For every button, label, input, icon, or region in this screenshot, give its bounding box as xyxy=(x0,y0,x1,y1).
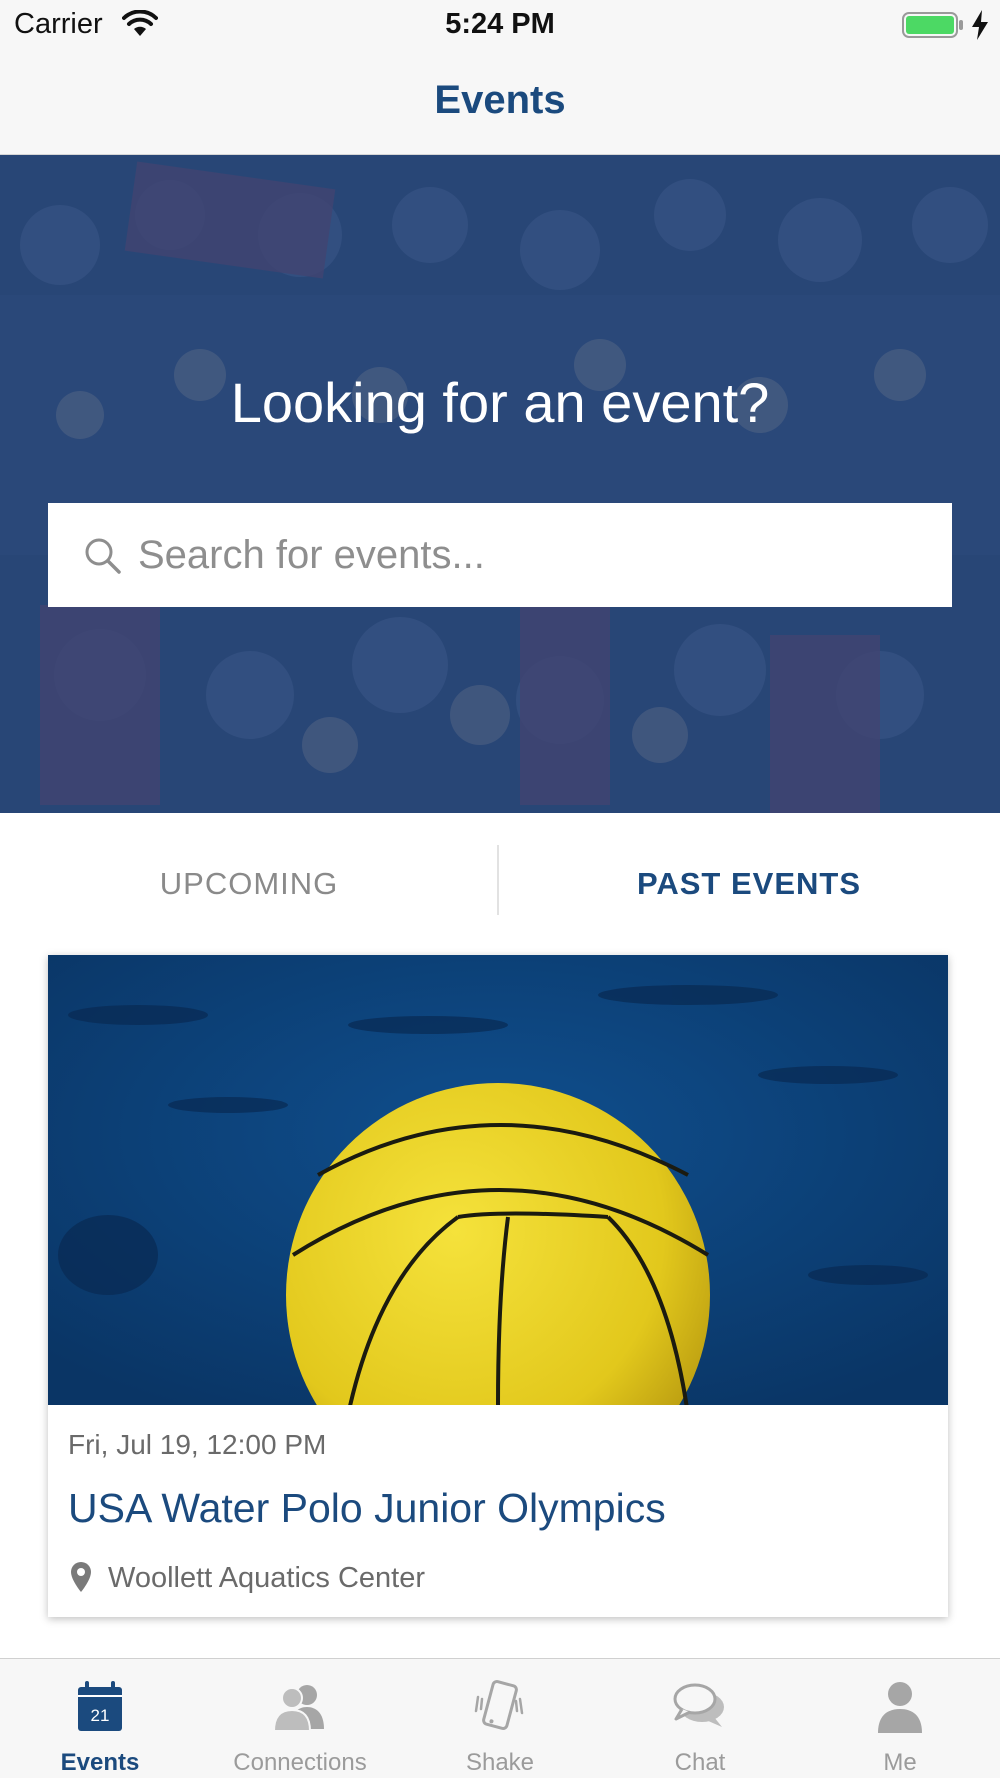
tab-past-events[interactable]: PAST EVENTS xyxy=(500,843,998,925)
status-time: 5:24 PM xyxy=(445,8,555,40)
water-polo-ball-image xyxy=(48,955,948,1405)
navigation-bar: Events xyxy=(0,50,1000,155)
tab-divider xyxy=(497,845,499,915)
tabbar-item-chat[interactable]: Chat xyxy=(600,1659,800,1778)
battery-icon xyxy=(902,12,963,38)
event-card[interactable]: Fri, Jul 19, 12:00 PM USA Water Polo Jun… xyxy=(48,955,948,1617)
tabbar-label: Events xyxy=(60,1749,140,1776)
tabbar-item-me[interactable]: Me xyxy=(800,1659,1000,1778)
tabbar-item-shake[interactable]: Shake xyxy=(400,1659,600,1778)
calendar-day-number: 21 xyxy=(91,1706,110,1725)
event-title[interactable]: USA Water Polo Junior Olympics xyxy=(68,1485,666,1532)
hero-banner: Looking for an event? xyxy=(0,155,1000,813)
chat-bubbles-icon xyxy=(673,1683,724,1727)
event-filter-tabs: UPCOMING PAST EVENTS xyxy=(0,813,1000,951)
status-bar: Carrier 5:24 PM xyxy=(0,0,1000,50)
tabbar-label: Connections xyxy=(233,1749,367,1776)
hero-overlay xyxy=(0,155,1000,813)
page-title: Events xyxy=(434,78,566,122)
phone-shake-icon xyxy=(474,1680,524,1730)
charging-bolt-icon xyxy=(972,10,988,40)
bottom-tab-bar: 21 Events Connections Shake Chat Me xyxy=(0,1658,1000,1778)
tabbar-item-connections[interactable]: Connections xyxy=(200,1659,400,1778)
search-icon xyxy=(85,538,121,574)
tabbar-item-events[interactable]: 21 Events xyxy=(0,1659,200,1778)
tabbar-label: Chat xyxy=(674,1749,726,1776)
tabbar-label: Me xyxy=(883,1749,917,1776)
calendar-icon: 21 xyxy=(78,1681,122,1731)
tab-upcoming[interactable]: UPCOMING xyxy=(0,843,498,925)
event-date: Fri, Jul 19, 12:00 PM xyxy=(68,1429,327,1460)
search-box[interactable] xyxy=(48,503,952,607)
search-input[interactable] xyxy=(138,527,928,583)
hero-title: Looking for an event? xyxy=(230,371,770,434)
location-pin-icon xyxy=(71,1562,91,1592)
person-icon xyxy=(878,1682,922,1733)
tabbar-label: Shake xyxy=(465,1749,535,1776)
people-icon xyxy=(272,1685,324,1732)
event-venue: Woollett Aquatics Center xyxy=(108,1562,426,1594)
